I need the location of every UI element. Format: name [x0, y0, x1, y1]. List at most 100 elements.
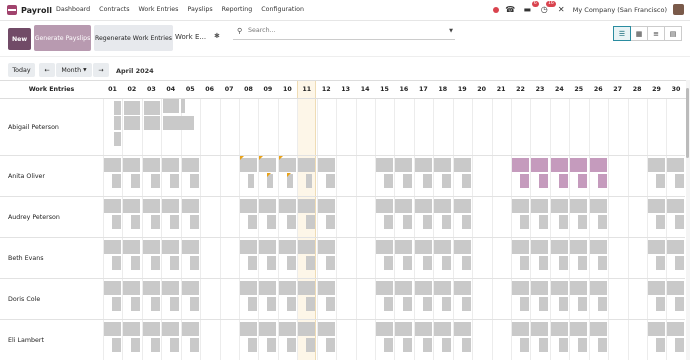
work-entry[interactable]	[442, 297, 452, 311]
work-entry[interactable]	[434, 240, 452, 254]
work-entry[interactable]	[520, 215, 530, 229]
work-entry[interactable]	[376, 199, 394, 213]
work-entry[interactable]	[589, 322, 607, 336]
work-entry[interactable]	[656, 256, 666, 270]
work-entry[interactable]	[376, 158, 394, 172]
company-switcher[interactable]: My Company (San Francisco)	[573, 6, 667, 14]
work-entry[interactable]	[589, 240, 607, 254]
generate-payslips-button[interactable]: Generate Payslips	[34, 25, 91, 51]
work-entry[interactable]	[248, 297, 257, 311]
work-entry[interactable]	[539, 338, 549, 352]
menu-work-entries[interactable]: Work Entries	[139, 6, 179, 13]
work-entry[interactable]	[112, 174, 121, 188]
work-entry[interactable]	[434, 158, 452, 172]
list-view-icon[interactable]: ≡	[647, 26, 665, 41]
work-entry[interactable]	[259, 322, 277, 336]
time-off-entry[interactable]	[512, 158, 530, 172]
menu-dashboard[interactable]: Dashboard	[56, 6, 90, 13]
work-entry[interactable]	[325, 174, 335, 188]
work-entry[interactable]	[667, 281, 685, 295]
work-entry[interactable]	[162, 158, 180, 172]
time-off-entry[interactable]	[597, 174, 607, 188]
time-off-entry[interactable]	[558, 174, 568, 188]
work-entry[interactable]	[114, 116, 121, 130]
work-entry[interactable]	[298, 322, 316, 336]
work-entry[interactable]	[104, 158, 121, 172]
work-entry[interactable]	[414, 281, 432, 295]
work-entry[interactable]	[306, 215, 316, 229]
work-entry[interactable]	[286, 215, 296, 229]
warning-icon[interactable]	[278, 156, 283, 160]
work-entry[interactable]	[170, 338, 180, 352]
work-entry[interactable]	[570, 240, 588, 254]
work-entry[interactable]	[422, 215, 432, 229]
work-entry[interactable]	[298, 240, 316, 254]
work-entry[interactable]	[376, 322, 394, 336]
work-entry[interactable]	[142, 199, 160, 213]
work-entry[interactable]	[114, 132, 121, 146]
regenerate-work-entries-button[interactable]: Regenerate Work Entries	[94, 25, 173, 51]
work-entry[interactable]	[162, 322, 180, 336]
previous-button[interactable]: ←	[39, 63, 55, 77]
work-entry[interactable]	[142, 158, 160, 172]
work-entry[interactable]	[163, 99, 180, 113]
next-button[interactable]: →	[93, 63, 109, 77]
work-entry[interactable]	[512, 199, 530, 213]
work-entry[interactable]	[558, 215, 568, 229]
work-entry[interactable]	[123, 281, 141, 295]
work-entry[interactable]	[656, 338, 666, 352]
work-entry[interactable]	[414, 240, 432, 254]
time-off-entry[interactable]	[589, 158, 607, 172]
work-entry[interactable]	[123, 158, 141, 172]
work-entry[interactable]	[675, 256, 685, 270]
work-entry[interactable]	[442, 215, 452, 229]
work-entry[interactable]	[306, 338, 316, 352]
employee-name[interactable]: Abigail Peterson	[8, 124, 59, 131]
time-off-entry[interactable]	[520, 174, 530, 188]
work-entry[interactable]	[325, 215, 335, 229]
work-entry[interactable]	[325, 297, 335, 311]
work-entry[interactable]	[461, 297, 471, 311]
work-entry[interactable]	[131, 215, 141, 229]
work-entry[interactable]	[414, 158, 432, 172]
work-entry[interactable]	[512, 240, 530, 254]
work-entry[interactable]	[240, 322, 257, 336]
work-entry[interactable]	[442, 256, 452, 270]
work-entry[interactable]	[384, 256, 394, 270]
work-entry[interactable]	[114, 101, 121, 115]
work-entry[interactable]	[317, 240, 335, 254]
work-entry[interactable]	[414, 322, 432, 336]
search-dropdown-icon[interactable]: ▼	[449, 28, 453, 34]
work-entry[interactable]	[267, 215, 277, 229]
work-entry[interactable]	[124, 101, 141, 115]
work-entry[interactable]	[142, 322, 160, 336]
work-entry[interactable]	[112, 215, 121, 229]
work-entry[interactable]	[675, 174, 685, 188]
work-entry[interactable]	[558, 297, 568, 311]
tools-icon[interactable]: ✕	[556, 4, 567, 15]
warning-icon[interactable]	[240, 156, 244, 160]
menu-configuration[interactable]: Configuration	[261, 6, 304, 13]
work-entry[interactable]	[403, 256, 413, 270]
work-entry[interactable]	[578, 338, 588, 352]
work-entry[interactable]	[278, 240, 296, 254]
work-entry[interactable]	[434, 322, 452, 336]
work-entry[interactable]	[150, 256, 160, 270]
work-entry[interactable]	[384, 297, 394, 311]
time-off-entry[interactable]	[570, 158, 588, 172]
work-entry[interactable]	[112, 338, 121, 352]
work-entry[interactable]	[520, 297, 530, 311]
work-entry[interactable]	[570, 281, 588, 295]
work-entry[interactable]	[189, 215, 199, 229]
work-entry[interactable]	[550, 199, 568, 213]
work-entry[interactable]	[143, 101, 160, 115]
work-entry[interactable]	[648, 322, 666, 336]
work-entry[interactable]	[656, 215, 666, 229]
work-entry[interactable]	[453, 158, 471, 172]
work-entry[interactable]	[539, 256, 549, 270]
work-entry[interactable]	[453, 240, 471, 254]
work-entry[interactable]	[181, 158, 199, 172]
work-entry[interactable]	[395, 322, 413, 336]
work-entry[interactable]	[150, 174, 160, 188]
work-entry[interactable]	[104, 322, 121, 336]
